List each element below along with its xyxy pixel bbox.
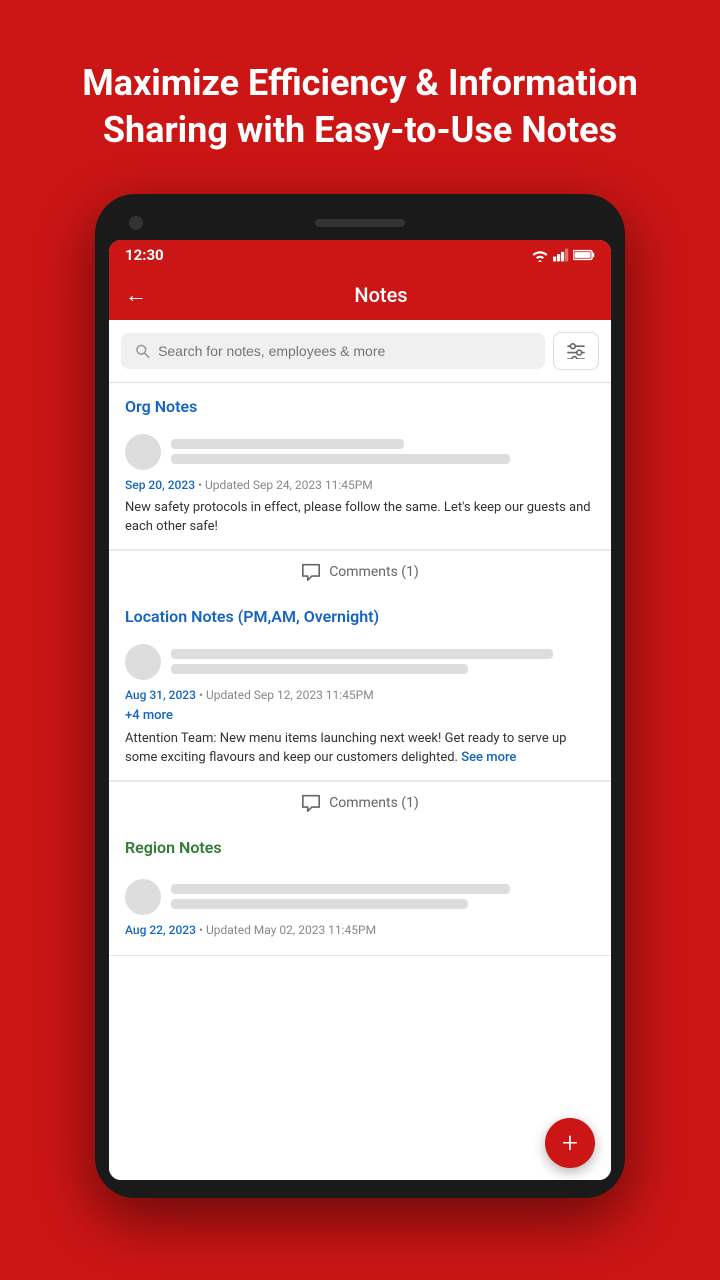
back-button[interactable]: ← (125, 282, 147, 308)
front-camera (129, 216, 143, 230)
avatar (125, 644, 161, 680)
org-note-date: Sep 20, 2023 (125, 478, 195, 492)
phone-body: 12:30 (95, 194, 625, 1198)
author-lines (171, 439, 595, 464)
hero-text: Maximize Efficiency & Information Sharin… (0, 0, 720, 184)
region-notes-header: Region Notes (109, 824, 611, 863)
location-comments-row[interactable]: Comments (1) (109, 781, 611, 824)
location-notes-header: Location Notes (PM,AM, Overnight) (109, 593, 611, 632)
phone-screen: 12:30 (109, 240, 611, 1180)
app-header: ← Notes (109, 270, 611, 320)
fab-button[interactable]: + (545, 1118, 595, 1168)
see-more-link[interactable]: See more (461, 750, 516, 765)
author-name-placeholder (171, 649, 553, 659)
status-bar: 12:30 (109, 240, 611, 270)
org-note-meta: Sep 20, 2023 • Updated Sep 24, 2023 11:4… (125, 478, 595, 492)
org-comments-row[interactable]: Comments (1) (109, 550, 611, 593)
signal-icon (553, 248, 569, 262)
org-note-author-row (125, 434, 595, 470)
location-note-meta: Aug 31, 2023 • Updated Sep 12, 2023 11:4… (125, 688, 595, 702)
screen-title: Notes (167, 283, 595, 307)
location-note-updated: • Updated Sep 12, 2023 11:45PM (199, 688, 374, 702)
region-note-meta: Aug 22, 2023 • Updated May 02, 2023 11:4… (125, 923, 595, 937)
location-notes-section: Location Notes (PM,AM, Overnight) Aug 31… (109, 593, 611, 824)
org-notes-section: Org Notes Sep 20, 2023 • Updated Sep 24,… (109, 383, 611, 593)
location-note-date: Aug 31, 2023 (125, 688, 196, 702)
author-role-placeholder (171, 899, 468, 909)
org-note-updated: • Updated Sep 24, 2023 11:45PM (198, 478, 373, 492)
comment-icon (301, 794, 321, 812)
org-note-text: New safety protocols in effect, please f… (125, 498, 595, 537)
avatar (125, 879, 161, 915)
location-comments-label: Comments (1) (329, 795, 419, 811)
location-note-card: Aug 31, 2023 • Updated Sep 12, 2023 11:4… (109, 632, 611, 781)
author-role-placeholder (171, 454, 510, 464)
comment-icon (301, 563, 321, 581)
search-input-wrapper[interactable] (121, 333, 545, 369)
author-lines (171, 649, 595, 674)
search-bar-container (109, 320, 611, 383)
screen-content: Org Notes Sep 20, 2023 • Updated Sep 24,… (109, 320, 611, 1180)
avatar (125, 434, 161, 470)
author-role-placeholder (171, 664, 468, 674)
phone-wrapper: 12:30 (0, 194, 720, 1198)
org-comments-label: Comments (1) (329, 564, 419, 580)
region-note-updated: • Updated May 02, 2023 11:45PM (199, 923, 376, 937)
region-notes-section: Region Notes Aug 22, 2023 • Updated May … (109, 824, 611, 956)
filter-button[interactable] (553, 332, 599, 370)
region-note-card: Aug 22, 2023 • Updated May 02, 2023 11:4… (109, 863, 611, 956)
search-input[interactable] (158, 343, 531, 359)
location-note-text: Attention Team: New menu items launching… (125, 729, 595, 768)
status-time: 12:30 (125, 246, 164, 264)
battery-icon (573, 248, 595, 262)
more-tag[interactable]: +4 more (125, 708, 595, 723)
author-lines (171, 884, 595, 909)
location-note-author-row (125, 644, 595, 680)
speaker (315, 219, 405, 227)
author-name-placeholder (171, 884, 510, 894)
author-name-placeholder (171, 439, 404, 449)
search-icon (135, 343, 150, 359)
phone-top-bar (109, 212, 611, 240)
org-note-card: Sep 20, 2023 • Updated Sep 24, 2023 11:4… (109, 422, 611, 550)
org-notes-header: Org Notes (109, 383, 611, 422)
status-icons (531, 248, 595, 262)
region-note-author-row (125, 875, 595, 915)
filter-icon (566, 343, 586, 359)
region-note-date: Aug 22, 2023 (125, 923, 196, 937)
wifi-icon (531, 248, 549, 262)
